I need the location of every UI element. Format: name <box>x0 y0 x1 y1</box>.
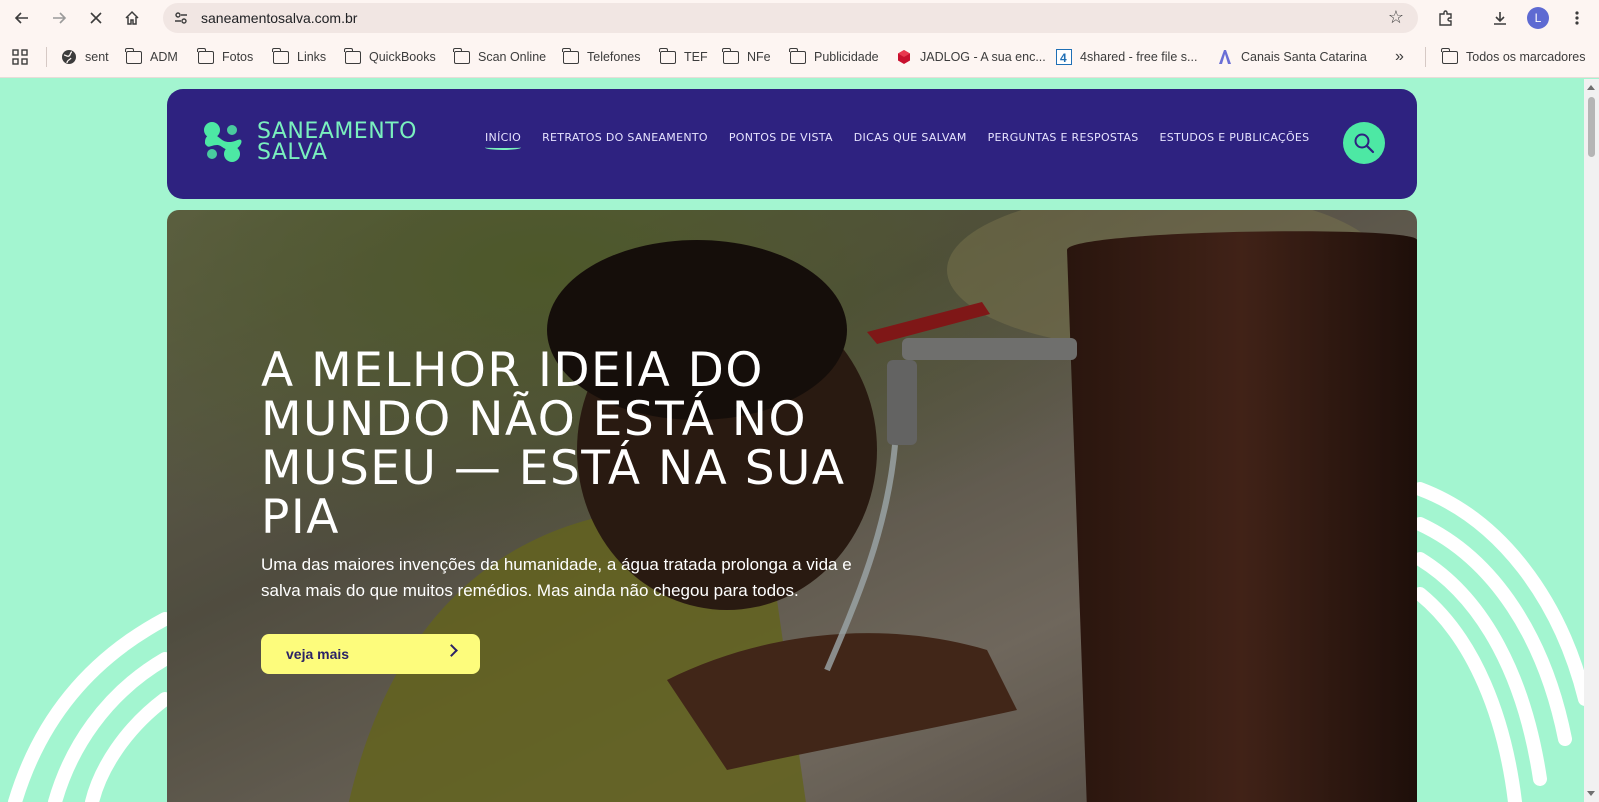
close-icon <box>90 12 102 24</box>
bookmark-label: NFe <box>747 50 771 64</box>
bookmark-item[interactable]: 4 4shared - free file s... <box>1056 47 1197 67</box>
site-header: SANEAMENTO SALVA INÍCIO RETRATOS DO SANE… <box>167 89 1417 199</box>
arrow-right-icon <box>53 12 67 24</box>
svg-text:4: 4 <box>1060 51 1067 65</box>
address-bar[interactable]: saneamentosalva.com.br ☆ <box>163 3 1418 33</box>
bookmarks-bar: sent ADM Fotos Links QuickBooks Scan Onl… <box>0 43 1599 71</box>
bookmark-folder[interactable]: Links <box>272 47 327 67</box>
folder-icon <box>272 47 289 64</box>
folder-icon <box>562 47 579 64</box>
stop-button[interactable] <box>84 6 108 30</box>
page-scrollbar[interactable] <box>1584 79 1599 802</box>
bookmark-folder[interactable]: QuickBooks <box>344 47 436 67</box>
forward-button[interactable] <box>47 6 71 30</box>
logo-line-1: SANEAMENTO <box>257 119 417 144</box>
bookmark-folder[interactable]: Scan Online <box>453 47 547 67</box>
scroll-up-arrow-icon[interactable] <box>1587 85 1595 90</box>
all-bookmarks-folder[interactable]: Todos os marcadores <box>1441 47 1586 67</box>
folder-icon <box>1441 47 1458 64</box>
bookmark-label: Scan Online <box>478 50 547 64</box>
folder-icon <box>453 47 470 64</box>
logo-line-2: SALVA <box>257 140 328 165</box>
more-bookmarks-button[interactable]: » <box>1395 47 1404 67</box>
bookmark-label: QuickBooks <box>369 50 436 64</box>
download-icon <box>1494 12 1506 25</box>
cta-label: veja mais <box>286 646 350 662</box>
bookmark-star-icon[interactable]: ☆ <box>1388 7 1404 28</box>
main-nav: INÍCIO RETRATOS DO SANEAMENTO PONTOS DE … <box>485 131 1330 150</box>
page-viewport: SANEAMENTO SALVA INÍCIO RETRATOS DO SANE… <box>0 79 1599 802</box>
folder-icon <box>344 47 361 64</box>
extensions-button[interactable] <box>1434 6 1458 30</box>
bookmark-folder[interactable]: NFe <box>722 47 771 67</box>
home-button[interactable] <box>120 6 144 30</box>
arrow-left-icon <box>14 12 28 24</box>
bookmark-label: Links <box>297 50 327 64</box>
bookmark-label: Canais Santa Catarina <box>1241 50 1367 64</box>
folder-icon <box>789 47 806 64</box>
url-text[interactable]: saneamentosalva.com.br <box>201 10 357 26</box>
nav-item-retratos[interactable]: RETRATOS DO SANEAMENTO <box>542 131 708 150</box>
site-logo[interactable]: SANEAMENTO SALVA <box>197 117 417 167</box>
bookmark-label: ADM <box>150 50 178 64</box>
profile-avatar[interactable]: L <box>1527 7 1549 29</box>
scroll-down-arrow-icon[interactable] <box>1587 791 1595 796</box>
bookmark-label: Publicidade <box>814 50 879 64</box>
browser-chrome: saneamentosalva.com.br ☆ L sent ADM Foto… <box>0 0 1599 78</box>
hero-subtitle: Uma das maiores invenções da humanidade,… <box>261 555 852 600</box>
logo-icon <box>204 122 242 162</box>
scrollbar-thumb[interactable] <box>1588 97 1595 157</box>
logo-wordmark: SANEAMENTO SALVA <box>257 119 417 165</box>
canais-icon <box>1219 50 1231 64</box>
kebab-menu-icon <box>1575 11 1579 25</box>
veja-mais-button[interactable]: veja mais <box>261 634 480 674</box>
bookmark-label: JADLOG - A sua enc... <box>920 50 1046 64</box>
nav-item-pontos-de-vista[interactable]: PONTOS DE VISTA <box>729 131 833 150</box>
bookmark-item[interactable]: JADLOG - A sua enc... <box>896 47 1046 67</box>
globe-icon <box>62 50 76 64</box>
nav-item-perguntas[interactable]: PERGUNTAS E RESPOSTAS <box>988 131 1139 150</box>
folder-icon <box>197 47 214 64</box>
browser-toolbar: saneamentosalva.com.br ☆ L <box>0 0 1599 36</box>
bookmark-item[interactable]: sent <box>61 47 109 67</box>
nav-item-dicas[interactable]: DICAS QUE SALVAM <box>854 131 967 150</box>
search-icon <box>1354 133 1375 154</box>
bookmark-divider <box>1425 47 1426 67</box>
apps-button[interactable] <box>12 47 28 67</box>
bookmark-label: Fotos <box>222 50 254 64</box>
folder-icon <box>659 47 676 64</box>
bookmark-label: 4shared - free file s... <box>1080 50 1198 64</box>
bookmark-folder[interactable]: Fotos <box>197 47 254 67</box>
jadlog-icon <box>898 50 910 64</box>
hero-banner: A MELHOR IDEIA DO MUNDO NÃO ESTÁ NO MUSE… <box>167 210 1417 802</box>
bookmark-folder[interactable]: ADM <box>125 47 178 67</box>
search-button[interactable] <box>1343 122 1385 164</box>
downloads-button[interactable] <box>1488 6 1512 30</box>
home-icon <box>125 10 139 25</box>
hero-title: A MELHOR IDEIA DO MUNDO NÃO ESTÁ NO MUSE… <box>261 343 846 545</box>
menu-button[interactable] <box>1565 6 1589 30</box>
folder-icon <box>722 47 739 64</box>
nav-item-estudos[interactable]: ESTUDOS E PUBLICAÇÕES <box>1159 131 1309 150</box>
bookmark-folder[interactable]: Publicidade <box>789 47 879 67</box>
bookmark-label: Todos os marcadores <box>1466 50 1586 64</box>
site-settings-icon[interactable] <box>173 10 189 26</box>
bookmark-folder[interactable]: TEF <box>659 47 708 67</box>
folder-icon <box>125 47 142 64</box>
bookmark-label: Telefones <box>587 50 641 64</box>
nav-item-inicio[interactable]: INÍCIO <box>485 131 522 150</box>
bookmark-divider <box>46 47 47 67</box>
apps-grid-icon <box>12 49 28 65</box>
chevron-right-icon <box>445 644 458 657</box>
bookmark-label: sent <box>85 50 109 64</box>
4shared-icon: 4 <box>1056 49 1072 65</box>
bookmark-folder[interactable]: Telefones <box>562 47 641 67</box>
back-button[interactable] <box>10 6 34 30</box>
bookmark-label: TEF <box>684 50 708 64</box>
puzzle-icon <box>1439 10 1452 26</box>
bookmark-item[interactable]: Canais Santa Catarina <box>1217 47 1367 67</box>
